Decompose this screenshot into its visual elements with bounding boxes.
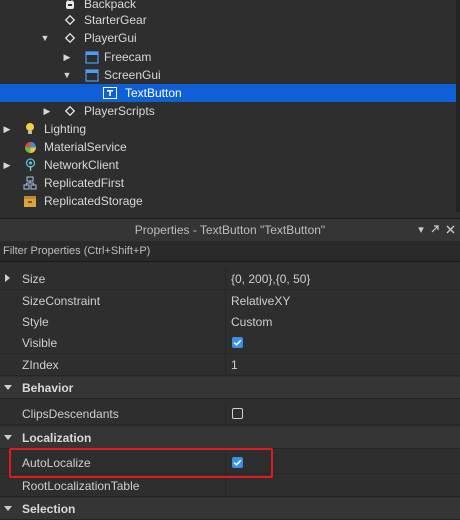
highlight-annotation-box [9,448,273,478]
tree-item-networkclient[interactable]: ▶ NetworkClient [0,156,460,174]
screengui-icon [85,68,99,82]
tree-item-replicatedfirst[interactable]: ReplicatedFirst [0,174,460,192]
property-row-style[interactable]: Style Custom [0,311,460,333]
close-icon[interactable] [443,222,457,236]
backpack-icon [63,0,77,11]
chevron-down-icon[interactable]: ▼ [40,33,50,43]
tree-item-label: Lighting [44,122,87,136]
chevron-down-icon[interactable]: ▼ [62,70,72,80]
column-divider [225,332,226,353]
chevron-down-icon[interactable] [4,506,12,511]
explorer-scrollbar[interactable] [456,0,460,212]
column-divider [225,290,226,311]
tree-item-label: ReplicatedFirst [44,176,125,190]
tree-item-label: TextButton [125,86,182,100]
tree-item-materialservice[interactable]: MaterialService [0,138,460,156]
property-value[interactable]: 1 [231,358,238,372]
chevron-right-icon[interactable]: ▶ [42,106,52,116]
tree-item-label: PlayerScripts [84,104,155,118]
tree-item-textbutton[interactable]: TextButton [0,84,460,102]
chevron-right-icon[interactable]: ▶ [2,160,12,170]
properties-header: Properties - TextButton "TextButton" ▾ [0,218,460,242]
tree-item-label: Freecam [104,50,152,64]
tree-item-playerscripts[interactable]: ▶ PlayerScripts [0,102,460,120]
tree-item-startergear[interactable]: StarterGear [0,11,460,29]
starter-gear-icon [63,13,77,27]
property-row-visible[interactable]: Visible [0,332,460,354]
lighting-icon [23,122,37,136]
chevron-right-icon[interactable]: ▶ [62,52,72,62]
tree-item-label: ScreenGui [104,68,161,82]
column-divider [225,403,226,424]
property-name: Visible [22,336,58,350]
property-row-clipsdescendants[interactable]: ClipsDescendants [0,403,460,425]
property-row-zindex[interactable]: ZIndex 1 [0,354,460,376]
category-name: Behavior [22,381,74,395]
tree-item-label: ReplicatedStorage [44,194,143,208]
replicated-storage-icon [23,194,37,208]
chevron-down-icon[interactable] [4,435,12,440]
replicated-first-icon [23,176,37,190]
chevron-right-icon[interactable]: ▶ [2,124,12,134]
network-client-icon [23,158,37,172]
material-service-icon [23,140,37,154]
column-divider [225,354,226,375]
tree-item-label: MaterialService [44,140,127,154]
property-name: Style [22,315,49,329]
tree-item-label: Backpack [84,0,137,11]
properties-title: Properties - TextButton "TextButton" [134,223,326,237]
properties-filter-bar [0,241,460,262]
textbutton-icon [103,86,117,100]
property-name: Size [22,272,46,286]
visible-checkbox[interactable] [232,337,243,348]
property-row-size[interactable]: Size {0, 200},{0, 50} [0,268,460,290]
category-selection[interactable]: Selection [0,498,460,520]
column-divider [225,311,226,332]
player-scripts-icon [63,104,77,118]
property-name: ClipsDescendants [22,407,119,421]
property-value[interactable]: RelativeXY [231,294,290,308]
property-value[interactable]: Custom [231,315,272,329]
clipsdescendants-checkbox[interactable] [232,408,243,419]
property-name: SizeConstraint [22,294,101,308]
freecam-icon [85,50,99,64]
popout-icon[interactable] [428,222,442,236]
tree-item-screengui[interactable]: ▼ ScreenGui [0,66,460,84]
category-localization[interactable]: Localization [0,427,460,449]
property-name: ZIndex [22,358,59,372]
category-name: Localization [22,431,92,445]
category-behavior[interactable]: Behavior [0,377,460,399]
tree-item-label: PlayerGui [84,31,137,45]
filter-properties-input[interactable] [0,241,459,261]
player-gui-icon [63,31,77,45]
tree-item-playergui[interactable]: ▼ PlayerGui [0,29,460,47]
explorer-panel: Backpack StarterGear ▼ PlayerGui ▶ Freec… [0,0,460,212]
chevron-down-icon[interactable] [4,385,12,390]
property-value[interactable]: {0, 200},{0, 50} [231,272,310,286]
tree-item-replicatedstorage[interactable]: ReplicatedStorage [0,192,460,210]
property-row-sizeconstraint[interactable]: SizeConstraint RelativeXY [0,290,460,312]
column-divider [225,268,226,289]
property-row-rootlocalizationtable[interactable]: RootLocalizationTable [0,475,460,497]
chevron-right-icon[interactable] [5,274,10,282]
tree-item-freecam[interactable]: ▶ Freecam [0,48,460,66]
chevron-down-icon[interactable]: ▾ [414,222,428,236]
tree-item-label: StarterGear [84,13,147,27]
category-name: Selection [22,502,76,516]
tree-item-label: NetworkClient [44,158,119,172]
tree-item-lighting[interactable]: ▶ Lighting [0,120,460,138]
column-divider [225,475,226,496]
property-name: RootLocalizationTable [22,479,140,493]
